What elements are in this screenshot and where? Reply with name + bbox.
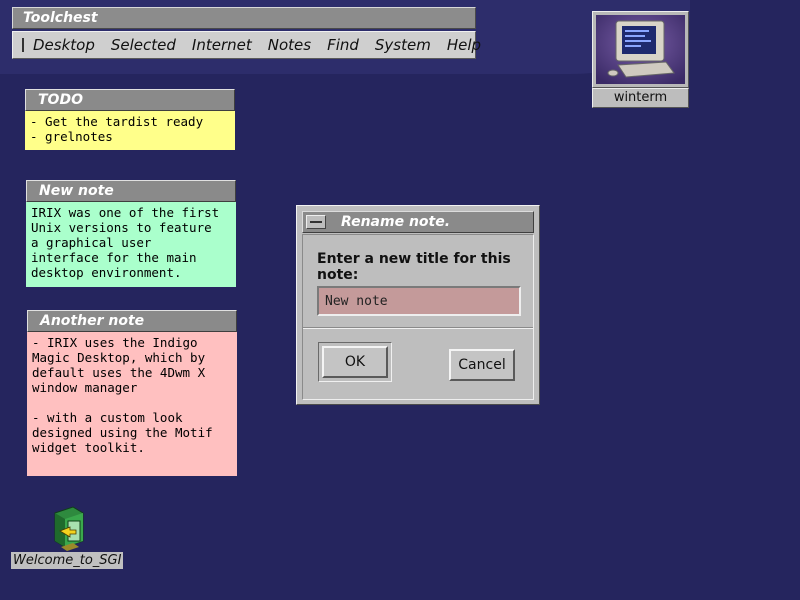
dialog-body: Enter a new title for this note: OK Canc… — [302, 234, 534, 400]
toolchest: Toolchest Desktop Selected Internet Note… — [12, 7, 481, 59]
dialog-separator — [303, 327, 533, 329]
winterm-desktop-icon[interactable]: winterm — [592, 11, 689, 109]
welcome-label[interactable]: Welcome_to_SGI — [11, 552, 124, 569]
winterm-icon-frame — [592, 11, 689, 88]
toolchest-title[interactable]: Toolchest — [12, 7, 476, 29]
toolchest-icon[interactable] — [22, 38, 24, 52]
winterm-label[interactable]: winterm — [592, 88, 689, 108]
terminal-computer-icon — [596, 15, 685, 84]
sgi-welcome-icon — [54, 506, 84, 551]
dialog-prompt: Enter a new title for this note: — [317, 251, 511, 283]
ok-button[interactable]: OK — [322, 346, 388, 378]
menu-system[interactable]: System — [375, 36, 431, 54]
dialog-title: Rename note. — [341, 214, 451, 230]
menu-find[interactable]: Find — [327, 36, 359, 54]
menu-help[interactable]: Help — [447, 36, 481, 54]
menu-desktop[interactable]: Desktop — [33, 36, 95, 54]
menu-notes[interactable]: Notes — [268, 36, 311, 54]
note-new-note: New note IRIX was one of the first Unix … — [26, 180, 236, 287]
note-another-note: Another note - IRIX uses the Indigo Magi… — [27, 310, 237, 476]
note-title[interactable]: Another note — [27, 310, 237, 332]
menu-selected[interactable]: Selected — [111, 36, 176, 54]
note-body[interactable]: - Get the tardist ready - grelnotes — [25, 111, 235, 150]
note-body[interactable]: IRIX was one of the first Unix versions … — [26, 202, 236, 287]
window-menu-button[interactable] — [306, 215, 326, 229]
note-body[interactable]: - IRIX uses the Indigo Magic Desktop, wh… — [27, 332, 237, 476]
dialog-titlebar[interactable]: Rename note. — [302, 211, 534, 233]
welcome-desktop-icon[interactable]: Welcome_to_SGI — [11, 505, 125, 569]
note-title[interactable]: TODO — [25, 89, 235, 111]
menu-internet[interactable]: Internet — [192, 36, 252, 54]
note-todo: TODO - Get the tardist ready - grelnotes — [25, 89, 235, 150]
note-title[interactable]: New note — [26, 180, 236, 202]
toolchest-menubar: Desktop Selected Internet Notes Find Sys… — [12, 31, 481, 59]
note-title-input[interactable] — [317, 286, 521, 316]
cancel-button[interactable]: Cancel — [449, 349, 515, 381]
rename-note-dialog: Rename note. Enter a new title for this … — [296, 205, 540, 405]
